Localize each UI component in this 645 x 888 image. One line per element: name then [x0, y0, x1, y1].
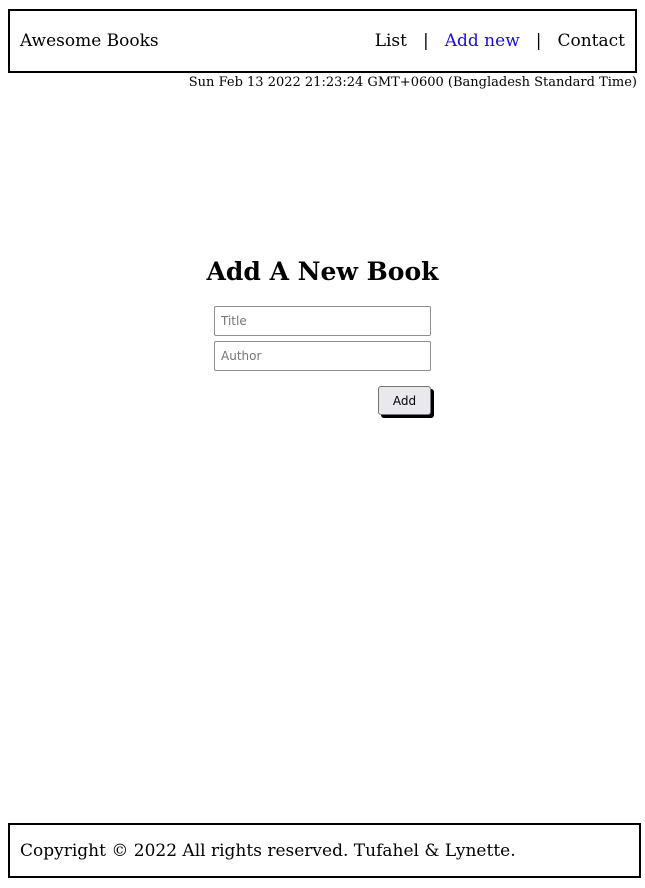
nav-links: List | Add new | Contact — [375, 31, 625, 51]
nav-link-add-new[interactable]: Add new — [445, 31, 520, 51]
brand-logo: Awesome Books — [20, 31, 159, 51]
add-book-form: Add — [214, 306, 431, 415]
button-row: Add — [214, 386, 431, 415]
footer: Copyright © 2022 All rights reserved. Tu… — [8, 823, 641, 878]
navbar: Awesome Books List | Add new | Contact — [8, 9, 637, 73]
title-input[interactable] — [214, 306, 431, 336]
nav-separator: | — [423, 31, 429, 51]
current-date: Sun Feb 13 2022 21:23:24 GMT+0600 (Bangl… — [188, 75, 637, 90]
nav-link-contact[interactable]: Contact — [557, 31, 625, 51]
form-title: Add A New Book — [206, 257, 439, 286]
add-button[interactable]: Add — [378, 386, 431, 415]
nav-link-list[interactable]: List — [375, 31, 407, 51]
page: Awesome Books List | Add new | Contact S… — [0, 0, 645, 888]
add-book-section: Add A New Book Add — [0, 252, 645, 415]
nav-separator: | — [535, 31, 542, 51]
copyright-text: Copyright © 2022 All rights reserved. Tu… — [20, 840, 516, 861]
author-input[interactable] — [214, 341, 431, 371]
